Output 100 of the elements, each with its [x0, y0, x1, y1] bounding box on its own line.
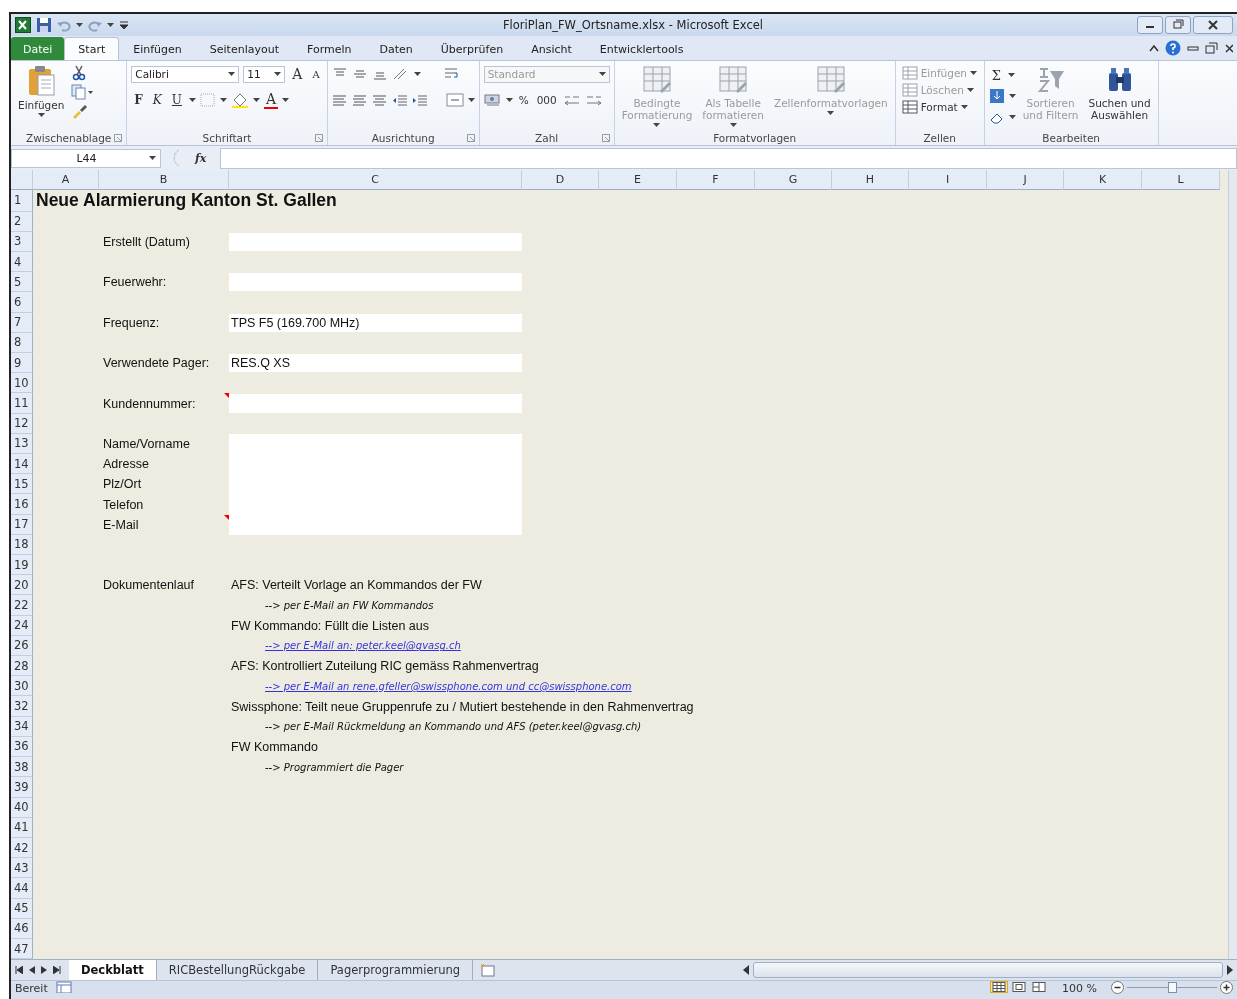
row-header[interactable]: 10	[11, 373, 33, 394]
fill-down-icon[interactable]	[988, 88, 1005, 104]
column-header[interactable]: A	[33, 170, 99, 190]
italic-button[interactable]: K	[149, 93, 165, 107]
zoom-out-icon[interactable]	[1111, 981, 1124, 994]
align-middle-icon[interactable]	[351, 67, 368, 81]
thousands-separator-button[interactable]: 000	[534, 93, 559, 107]
row-header[interactable]: 42	[11, 837, 33, 859]
autosum-button[interactable]: Σ	[988, 67, 1004, 83]
macro-record-icon[interactable]	[55, 981, 72, 993]
ribbon-tab[interactable]: Entwicklertools	[585, 37, 698, 60]
close-icon[interactable]	[1193, 16, 1233, 34]
input-cell[interactable]	[229, 273, 522, 292]
align-right-icon[interactable]	[371, 93, 388, 107]
column-header[interactable]: B	[99, 170, 229, 190]
next-sheet-icon[interactable]	[41, 966, 47, 974]
row-header[interactable]: 26	[11, 635, 33, 657]
zoom-slider-thumb[interactable]	[1168, 982, 1177, 993]
minimize-icon[interactable]	[1187, 43, 1199, 53]
column-header[interactable]: K	[1064, 170, 1142, 190]
column-header[interactable]: F	[677, 170, 755, 190]
sheet-tab[interactable]: Deckblatt	[69, 960, 157, 980]
row-header[interactable]: 44	[11, 878, 33, 899]
row-header[interactable]: 7	[11, 312, 33, 333]
row-header[interactable]: 4	[11, 252, 33, 273]
percent-button[interactable]: %	[516, 93, 531, 107]
row-header[interactable]: 45	[11, 898, 33, 919]
input-cell[interactable]: TPS F5 (169.700 MHz)	[229, 313, 522, 332]
row-header[interactable]: 28	[11, 656, 33, 677]
increase-decimal-icon[interactable]	[562, 93, 581, 107]
row-header[interactable]: 22	[11, 595, 33, 616]
decrease-decimal-icon[interactable]	[584, 93, 603, 107]
zoom-in-icon[interactable]	[1220, 981, 1233, 994]
ribbon-tab[interactable]: Start	[64, 37, 120, 60]
merge-cells-icon[interactable]	[445, 93, 464, 107]
underline-button[interactable]: U	[168, 93, 185, 107]
customize-toolbar-icon[interactable]	[119, 19, 129, 31]
input-cell[interactable]	[229, 232, 522, 251]
align-center-icon[interactable]	[351, 93, 368, 107]
font-name-dropdown[interactable]: Calibri	[131, 65, 240, 83]
vertical-scrollbar[interactable]	[1228, 170, 1237, 959]
ribbon-tab[interactable]: Überprüfen	[426, 37, 518, 60]
bold-button[interactable]: F	[131, 93, 146, 107]
insert-function-button[interactable]: fx	[187, 151, 215, 165]
row-header[interactable]: 43	[11, 858, 33, 879]
row-header[interactable]: 14	[11, 454, 33, 475]
decrease-indent-icon[interactable]	[391, 93, 408, 107]
row-header[interactable]: 9	[11, 353, 33, 374]
column-header[interactable]: E	[599, 170, 677, 190]
formula-input[interactable]	[220, 147, 1237, 169]
spreadsheet-app-icon[interactable]	[15, 17, 31, 33]
first-sheet-icon[interactable]	[15, 966, 23, 974]
row-header[interactable]: 6	[11, 292, 33, 313]
collapse-ribbon-icon[interactable]	[1149, 44, 1159, 52]
row-header[interactable]: 19	[11, 555, 33, 576]
fill-bucket-icon[interactable]	[230, 92, 249, 108]
row-header[interactable]: 41	[11, 817, 33, 838]
column-header[interactable]: J	[987, 170, 1064, 190]
dialog-launcher-icon[interactable]	[114, 134, 123, 142]
ribbon-tab[interactable]: Seitenlayout	[195, 37, 293, 60]
column-header[interactable]: G	[755, 170, 832, 190]
save-icon[interactable]	[36, 17, 52, 33]
page-layout-button[interactable]	[1010, 981, 1029, 993]
input-cell[interactable]	[229, 514, 522, 535]
row-header[interactable]: 39	[11, 777, 33, 798]
paintbrush-icon[interactable]	[71, 103, 88, 119]
help-icon[interactable]	[1165, 40, 1181, 56]
scroll-left-icon[interactable]	[743, 965, 749, 975]
scroll-right-icon[interactable]	[1227, 965, 1233, 975]
row-header[interactable]: 38	[11, 757, 33, 778]
currency-icon[interactable]	[483, 93, 502, 107]
find-select-button[interactable]: Suchen und Auswählen	[1085, 63, 1154, 123]
row-header[interactable]: 3	[11, 231, 33, 252]
page-break-button[interactable]	[1030, 981, 1049, 993]
font-size-dropdown[interactable]: 11	[243, 65, 286, 83]
last-sheet-icon[interactable]	[53, 966, 61, 974]
row-header[interactable]: 13	[11, 433, 33, 455]
row-header[interactable]: 5	[11, 272, 33, 293]
minimize-icon[interactable]	[1137, 16, 1163, 34]
new-sheet-icon[interactable]	[479, 963, 498, 977]
row-header[interactable]: 20	[11, 575, 33, 596]
row-header[interactable]: 36	[11, 736, 33, 758]
cells-menu-button[interactable]: Format	[899, 99, 980, 115]
row-header[interactable]: 8	[11, 332, 33, 354]
paste-button[interactable]: Einfügen	[15, 63, 68, 119]
input-cell[interactable]: RES.Q XS	[229, 354, 522, 373]
align-left-icon[interactable]	[331, 93, 348, 107]
row-header[interactable]: 18	[11, 534, 33, 556]
row-header[interactable]: 30	[11, 676, 33, 697]
select-all-corner[interactable]	[11, 170, 33, 190]
restore-icon[interactable]	[1205, 42, 1219, 54]
row-header[interactable]: 47	[11, 938, 33, 960]
ribbon-tab[interactable]: Ansicht	[517, 37, 586, 60]
row-header[interactable]: 24	[11, 615, 33, 636]
column-header[interactable]: I	[909, 170, 987, 190]
horizontal-scrollbar[interactable]	[753, 962, 1223, 978]
row-header[interactable]: 1	[11, 189, 33, 212]
file-menu-tab[interactable]: Datei	[11, 37, 65, 60]
row-header[interactable]: 12	[11, 413, 33, 434]
row-header[interactable]: 32	[11, 696, 33, 717]
